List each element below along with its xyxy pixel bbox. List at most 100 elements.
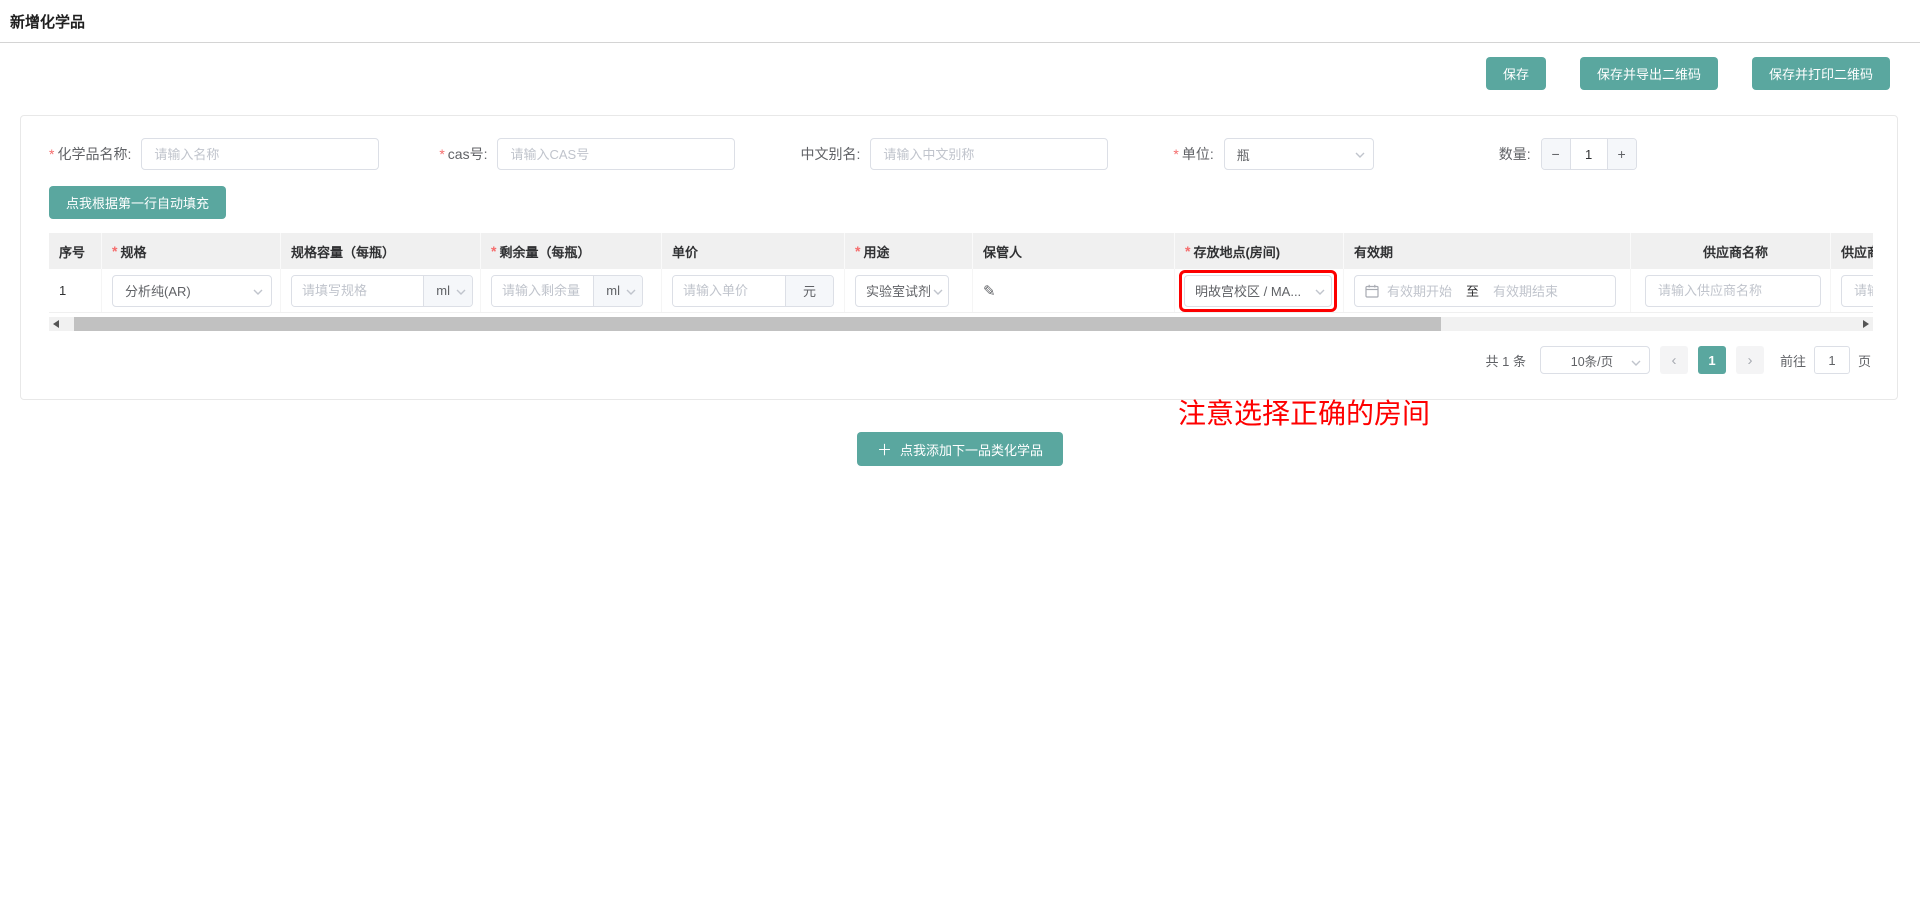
prev-page-button[interactable]: ‹ — [1660, 346, 1688, 374]
save-print-qrcode-button[interactable]: 保存并打印二维码 — [1752, 57, 1890, 90]
goto-label: 前往 — [1780, 351, 1806, 370]
top-action-bar: 保存 保存并导出二维码 保存并打印二维码 — [0, 57, 1890, 90]
cell-price: 元 — [662, 269, 845, 312]
required-mark: * — [112, 243, 117, 259]
cell-supplier-extra — [1831, 269, 1873, 312]
save-button[interactable]: 保存 — [1486, 57, 1546, 90]
cell-supplier-name — [1631, 269, 1831, 312]
page-size-value: 10条/页 — [1571, 351, 1613, 370]
chemical-name-input[interactable] — [141, 138, 379, 170]
calendar-icon — [1365, 284, 1379, 298]
quantity-input[interactable] — [1570, 139, 1608, 169]
alias-input[interactable] — [870, 138, 1108, 170]
scrollbar-track[interactable] — [63, 317, 1859, 331]
alias-label: 中文别名: — [800, 144, 860, 164]
goto-page-group: 前往 页 — [1780, 346, 1871, 374]
scroll-left-icon — [53, 320, 59, 328]
required-mark: * — [1185, 243, 1190, 259]
col-header-supplier-name: 供应商名称 — [1631, 233, 1831, 269]
cas-label: *cas号: — [439, 144, 487, 164]
cas-input[interactable] — [497, 138, 735, 170]
quantity-stepper: − + — [1541, 138, 1637, 170]
scroll-right-icon — [1863, 320, 1869, 328]
required-mark: * — [49, 146, 54, 162]
required-mark: * — [491, 243, 496, 259]
unit-select-value: 瓶 — [1237, 145, 1250, 164]
col-header-index: 序号 — [49, 233, 102, 269]
chemical-detail-table: 序号 *规格 规格容量（每瓶） *剩余量（每瓶） 单价 *用途 保管人 *存放地… — [49, 233, 1873, 313]
add-next-chemical-button[interactable]: ＋ 点我添加下一品类化学品 — [857, 432, 1063, 466]
quantity-label: 数量: — [1499, 144, 1531, 164]
quantity-decrease-button[interactable]: − — [1542, 139, 1570, 169]
capacity-unit-select[interactable]: ml — [423, 276, 472, 306]
page-header: 新增化学品 — [0, 0, 1920, 43]
chevron-down-icon — [253, 289, 263, 295]
cell-remaining: ml — [481, 269, 662, 312]
chemical-form-panel: *化学品名称: *cas号: 中文别名: *单位: 瓶 数量: − + 点我根据… — [20, 115, 1898, 400]
chevron-down-icon — [933, 289, 943, 295]
add-next-chemical-label: 点我添加下一品类化学品 — [900, 440, 1043, 459]
col-header-spec: *规格 — [102, 233, 281, 269]
page-size-select[interactable]: 10条/页 — [1540, 346, 1650, 374]
save-export-qrcode-button[interactable]: 保存并导出二维码 — [1580, 57, 1718, 90]
col-header-location: *存放地点(房间) — [1175, 233, 1344, 269]
unit-select[interactable]: 瓶 — [1224, 138, 1374, 170]
goto-page-input[interactable] — [1814, 346, 1850, 374]
price-input[interactable] — [673, 276, 785, 306]
goto-unit-label: 页 — [1858, 351, 1871, 370]
location-select[interactable]: 明故宫校区 / MA... — [1184, 275, 1332, 307]
cell-location: 明故宫校区 / MA... — [1175, 269, 1344, 312]
supplier-extra-input[interactable] — [1841, 275, 1873, 307]
col-header-supplier-extra: 供应商 — [1831, 233, 1873, 269]
edit-pencil-icon[interactable]: ✎ — [983, 282, 996, 300]
capacity-input[interactable] — [292, 276, 423, 306]
chevron-down-icon — [1315, 289, 1325, 295]
price-unit-label: 元 — [785, 276, 833, 306]
plus-icon: ＋ — [877, 439, 892, 460]
remaining-unit-select[interactable]: ml — [593, 276, 642, 306]
chevron-down-icon — [1631, 360, 1641, 366]
spec-select[interactable]: 分析纯(AR) — [112, 275, 272, 307]
col-header-price: 单价 — [662, 233, 845, 269]
chevron-down-icon — [1355, 152, 1365, 158]
table-header-row: 序号 *规格 规格容量（每瓶） *剩余量（每瓶） 单价 *用途 保管人 *存放地… — [49, 233, 1873, 269]
usage-select-value: 实验室试剂 — [866, 281, 931, 300]
current-page-button[interactable]: 1 — [1698, 346, 1726, 374]
validity-separator: 至 — [1466, 281, 1479, 300]
validity-end-placeholder: 有效期结束 — [1493, 281, 1558, 300]
scroll-right-button[interactable] — [1859, 317, 1873, 331]
spec-select-value: 分析纯(AR) — [125, 281, 191, 300]
col-header-keeper: 保管人 — [973, 233, 1175, 269]
unit-label: *单位: — [1173, 144, 1213, 164]
usage-select[interactable]: 实验室试剂 — [855, 275, 949, 307]
location-select-value: 明故宫校区 / MA... — [1195, 281, 1301, 300]
next-page-button[interactable]: › — [1736, 346, 1764, 374]
page-title: 新增化学品 — [10, 11, 85, 32]
validity-date-range-picker[interactable]: 有效期开始 至 有效期结束 — [1354, 275, 1616, 307]
chevron-down-icon — [456, 289, 466, 295]
quantity-increase-button[interactable]: + — [1608, 139, 1636, 169]
pagination-bar: 共 1 条 10条/页 ‹ 1 › 前往 页 — [49, 346, 1871, 374]
remaining-input[interactable] — [492, 276, 593, 306]
col-header-remaining: *剩余量（每瓶） — [481, 233, 662, 269]
required-mark: * — [1173, 146, 1178, 162]
scroll-left-button[interactable] — [49, 317, 63, 331]
basic-info-row: *化学品名称: *cas号: 中文别名: *单位: 瓶 数量: − + — [49, 138, 1871, 170]
room-selection-annotation: 注意选择正确的房间 — [1178, 392, 1430, 432]
table-row: 1 分析纯(AR) ml — [49, 269, 1873, 313]
required-mark: * — [439, 146, 444, 162]
scrollbar-thumb[interactable] — [74, 317, 1441, 331]
table-horizontal-scrollbar — [49, 317, 1873, 331]
required-mark: * — [855, 243, 860, 259]
cell-keeper: ✎ — [973, 269, 1175, 312]
col-header-capacity: 规格容量（每瓶） — [281, 233, 481, 269]
capacity-unit-value: ml — [436, 283, 450, 298]
autofill-from-first-row-button[interactable]: 点我根据第一行自动填充 — [49, 186, 226, 219]
cell-capacity: ml — [281, 269, 481, 312]
pagination-total: 共 1 条 — [1486, 351, 1526, 370]
cell-index: 1 — [49, 269, 102, 312]
supplier-name-input[interactable] — [1645, 275, 1821, 307]
remaining-unit-value: ml — [606, 283, 620, 298]
chevron-down-icon — [626, 289, 636, 295]
cell-usage: 实验室试剂 — [845, 269, 973, 312]
